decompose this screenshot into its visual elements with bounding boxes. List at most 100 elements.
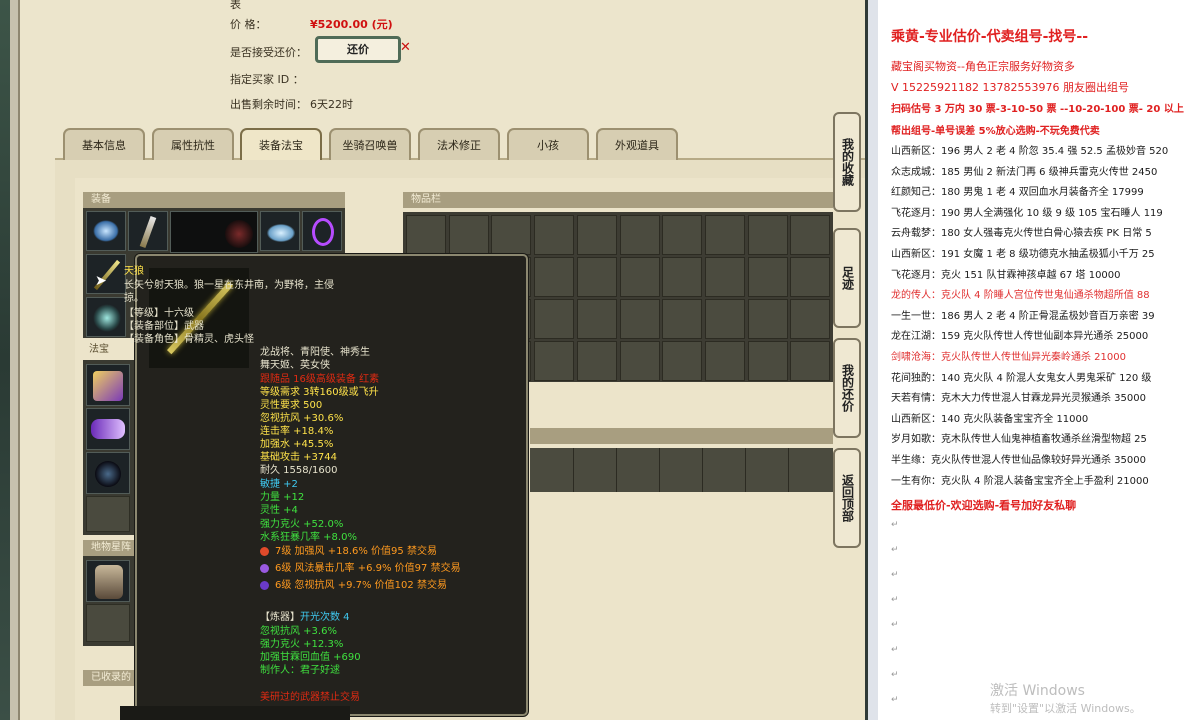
doc-listing-row: 龙在江湖：159 克火队传世人传世仙副本异光通杀 25000 <box>891 331 1149 343</box>
close-icon[interactable]: ✕ <box>400 40 411 55</box>
inventory-cell[interactable] <box>790 341 831 381</box>
item-slot: 【装备部位】武器 <box>124 321 204 332</box>
doc-listing-row: 山西新区：191 女魔 1 老 8 级功德克水抽孟极狐小千万 25 <box>891 249 1155 260</box>
accept-counter-row: 是否接受还价： <box>230 44 310 60</box>
tab-spell-mods[interactable]: 法术修正 <box>418 128 500 160</box>
inventory-cell[interactable] <box>704 299 745 339</box>
item-req-level: 等级需求 3转160级或飞升 <box>260 387 379 398</box>
inventory-cell[interactable] <box>662 215 703 255</box>
item-strong-ke: 强力克火 +52.0% <box>260 519 344 530</box>
inventory-cell[interactable] <box>662 341 703 381</box>
item-durability: 耐久 1558/1600 <box>260 465 338 476</box>
gem-icon-violet <box>260 580 269 590</box>
inventory-cell[interactable] <box>619 341 660 381</box>
star-slot-empty[interactable] <box>86 604 130 642</box>
inventory-cell[interactable] <box>704 215 745 255</box>
doc-line-2: V 15225921182 13782553976 朋友圈出组号 <box>891 81 1129 94</box>
doc-listing-row: 飞花逐月：克火 151 队甘霖神孩卓越 67 塔 10000 <box>891 269 1121 281</box>
amulet-icon <box>139 215 157 249</box>
inventory-cell[interactable] <box>576 341 617 381</box>
doc-listing-row: 半生缘：克火队传世混人传世仙品像较好异光通杀 35000 <box>891 455 1146 466</box>
item-level: 【等级】十六级 <box>124 308 194 319</box>
inventory-cell[interactable] <box>534 341 575 381</box>
remaining-label: 出售剩余时间： <box>230 98 307 111</box>
inventory-cell[interactable] <box>534 215 575 255</box>
item-desc-2: 掠。 <box>124 293 144 304</box>
inventory-cell[interactable] <box>619 215 660 255</box>
tab-basic-info[interactable]: 基本信息 <box>63 128 145 160</box>
equip-slot-weapon[interactable]: ➤ <box>86 254 126 294</box>
inventory-cell[interactable] <box>448 215 489 255</box>
inventory-cell[interactable] <box>747 215 788 255</box>
return-mark-3: ↵ <box>891 570 899 580</box>
footprint-button[interactable]: 足迹 <box>833 228 861 328</box>
refine-stat-1: 忽视抗风 +3.6% <box>260 626 337 637</box>
inventory-cell[interactable] <box>747 257 788 297</box>
return-mark-8: ↵ <box>891 695 899 705</box>
inventory-cell[interactable] <box>790 215 831 255</box>
tab-equipment[interactable]: 装备法宝 <box>240 128 322 160</box>
armor-icon <box>225 220 253 248</box>
grid-divider <box>788 448 789 492</box>
doc-listing-row: 一生一世：186 男人 2 老 4 阶正骨混孟极妙音百万亲密 39 <box>891 310 1155 322</box>
equip-slot-shoes[interactable] <box>86 297 126 337</box>
figure-icon <box>95 565 123 599</box>
counter-offer-button[interactable]: 还价 <box>315 36 401 63</box>
tab-appearance[interactable]: 外观道具 <box>596 128 678 160</box>
gem-row-3: 6级 忽视抗风 +9.7% 价值102 禁交易 <box>260 580 447 592</box>
refine-label: 【炼器】 <box>260 612 300 623</box>
inventory-cell[interactable] <box>662 257 703 297</box>
gem-icon-red <box>260 546 269 556</box>
doc-listing-row: 天若有情：克木大力传世混人甘霖龙异光灵猴通杀 35000 <box>891 393 1146 405</box>
inventory-cell[interactable] <box>790 299 831 339</box>
fabao-slot-empty[interactable] <box>86 496 130 532</box>
equip-slot-necklace[interactable] <box>128 211 168 251</box>
star-slot-1[interactable] <box>86 560 130 602</box>
window-border <box>10 0 20 720</box>
document-gutter <box>868 0 878 720</box>
tab-mounts-pets[interactable]: 坐骑召唤兽 <box>329 128 411 160</box>
back-to-top-button[interactable]: 返回顶部 <box>833 448 861 548</box>
inventory-cell[interactable] <box>406 215 446 255</box>
inventory-cell[interactable] <box>790 257 831 297</box>
equip-slot-belt[interactable] <box>260 211 300 251</box>
inventory-cell[interactable] <box>747 299 788 339</box>
info-row-partial: 表 <box>230 0 318 11</box>
inventory-cell[interactable] <box>704 257 745 297</box>
tab-attributes[interactable]: 属性抗性 <box>152 128 234 160</box>
refine-row: 【炼器】开光次数 4 <box>260 612 350 624</box>
my-favorites-button[interactable]: 我的收藏 <box>833 112 861 212</box>
desktop-edge <box>0 0 10 720</box>
scroll-icon <box>91 419 125 439</box>
inventory-cell[interactable] <box>534 299 575 339</box>
inventory-cell[interactable] <box>619 257 660 297</box>
activation-watermark-sub: 转到"设置"以激活 Windows。 <box>990 702 1141 715</box>
fabao-slot-2[interactable] <box>86 408 130 450</box>
inventory-cell[interactable] <box>576 257 617 297</box>
inventory-cell[interactable] <box>619 299 660 339</box>
grid-divider <box>702 448 703 492</box>
orb-icon <box>95 461 121 487</box>
equip-slot-ring[interactable] <box>302 211 342 251</box>
doc-listing-row: 剑啸沧海：克火队传世人传世仙异光秦岭通杀 21000 <box>891 352 1126 363</box>
gem-icon-purple <box>260 563 269 573</box>
inventory-cell[interactable] <box>576 299 617 339</box>
fabao-slot-1[interactable] <box>86 364 130 406</box>
doc-listing-row: 众志成城：185 男仙 2 新法门再 6 级神兵雷克火传世 2450 <box>891 166 1158 178</box>
grid-divider <box>745 448 746 492</box>
equip-slot-helmet[interactable] <box>86 211 126 251</box>
item-combo: 连击率 +18.4% <box>260 426 334 437</box>
inventory-cell[interactable] <box>576 215 617 255</box>
fabao-slot-3[interactable] <box>86 452 130 494</box>
item-desc: 长矢兮射天狼。狼一星在东井南，为野将，主侵 <box>124 280 334 291</box>
my-counter-offers-button[interactable]: 我的还价 <box>833 338 861 438</box>
equip-slot-armor[interactable] <box>170 211 258 253</box>
shoes-icon <box>93 304 121 332</box>
tab-children[interactable]: 小孩 <box>507 128 589 160</box>
inventory-cell[interactable] <box>534 257 575 297</box>
inventory-cell[interactable] <box>747 341 788 381</box>
inventory-cell[interactable] <box>704 341 745 381</box>
inventory-cell[interactable] <box>491 215 532 255</box>
return-mark-2: ↵ <box>891 545 899 555</box>
inventory-cell[interactable] <box>662 299 703 339</box>
